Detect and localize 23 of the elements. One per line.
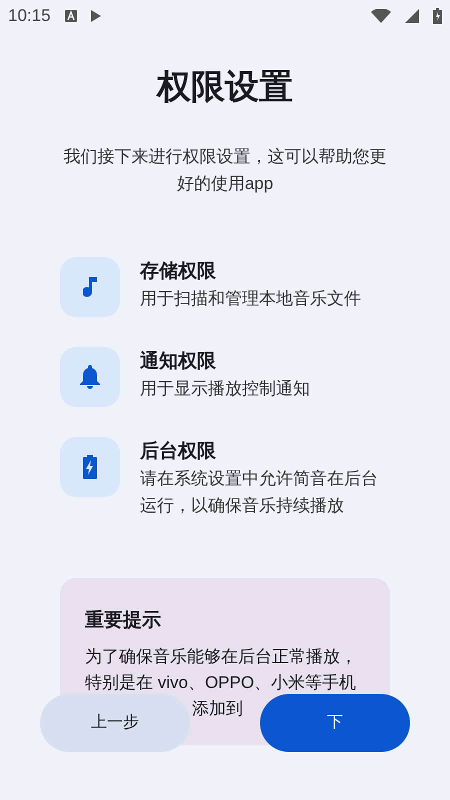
signal-icon [405, 9, 419, 23]
notice-text: 添加到 [192, 700, 243, 718]
next-button[interactable]: 下 [260, 694, 410, 752]
page-title: 权限设置 [155, 67, 294, 108]
bell-icon [80, 365, 100, 389]
notice-text: 特别是在 vivo、OPPO、小米等手机 [85, 674, 356, 692]
permission-description: 请在系统设置中允许简音在后台运行，以确保音乐持续播放 [140, 468, 379, 517]
back-button[interactable]: 上一步 [40, 694, 190, 752]
permission-title: 后台权限 [140, 440, 217, 464]
wifi-icon [371, 9, 391, 23]
keyboard-a-icon [64, 10, 77, 22]
play-icon [90, 10, 101, 22]
permission-title: 存储权限 [140, 260, 217, 284]
permission-title: 通知权限 [140, 350, 217, 374]
notice-title: 重要提示 [85, 608, 162, 633]
music-note-icon [83, 277, 97, 297]
battery-icon [433, 8, 442, 24]
permission-description: 用于扫描和管理本地音乐文件 [140, 288, 362, 310]
status-time: 10:15 [8, 5, 51, 28]
page-subtitle: 我们接下来进行权限设置，这可以帮助您更好的使用app [62, 146, 388, 195]
permission-description: 用于显示播放控制通知 [140, 378, 311, 400]
notice-text: 为了确保音乐能够在后台正常播放， [85, 648, 357, 666]
battery-charging-icon [83, 455, 97, 479]
